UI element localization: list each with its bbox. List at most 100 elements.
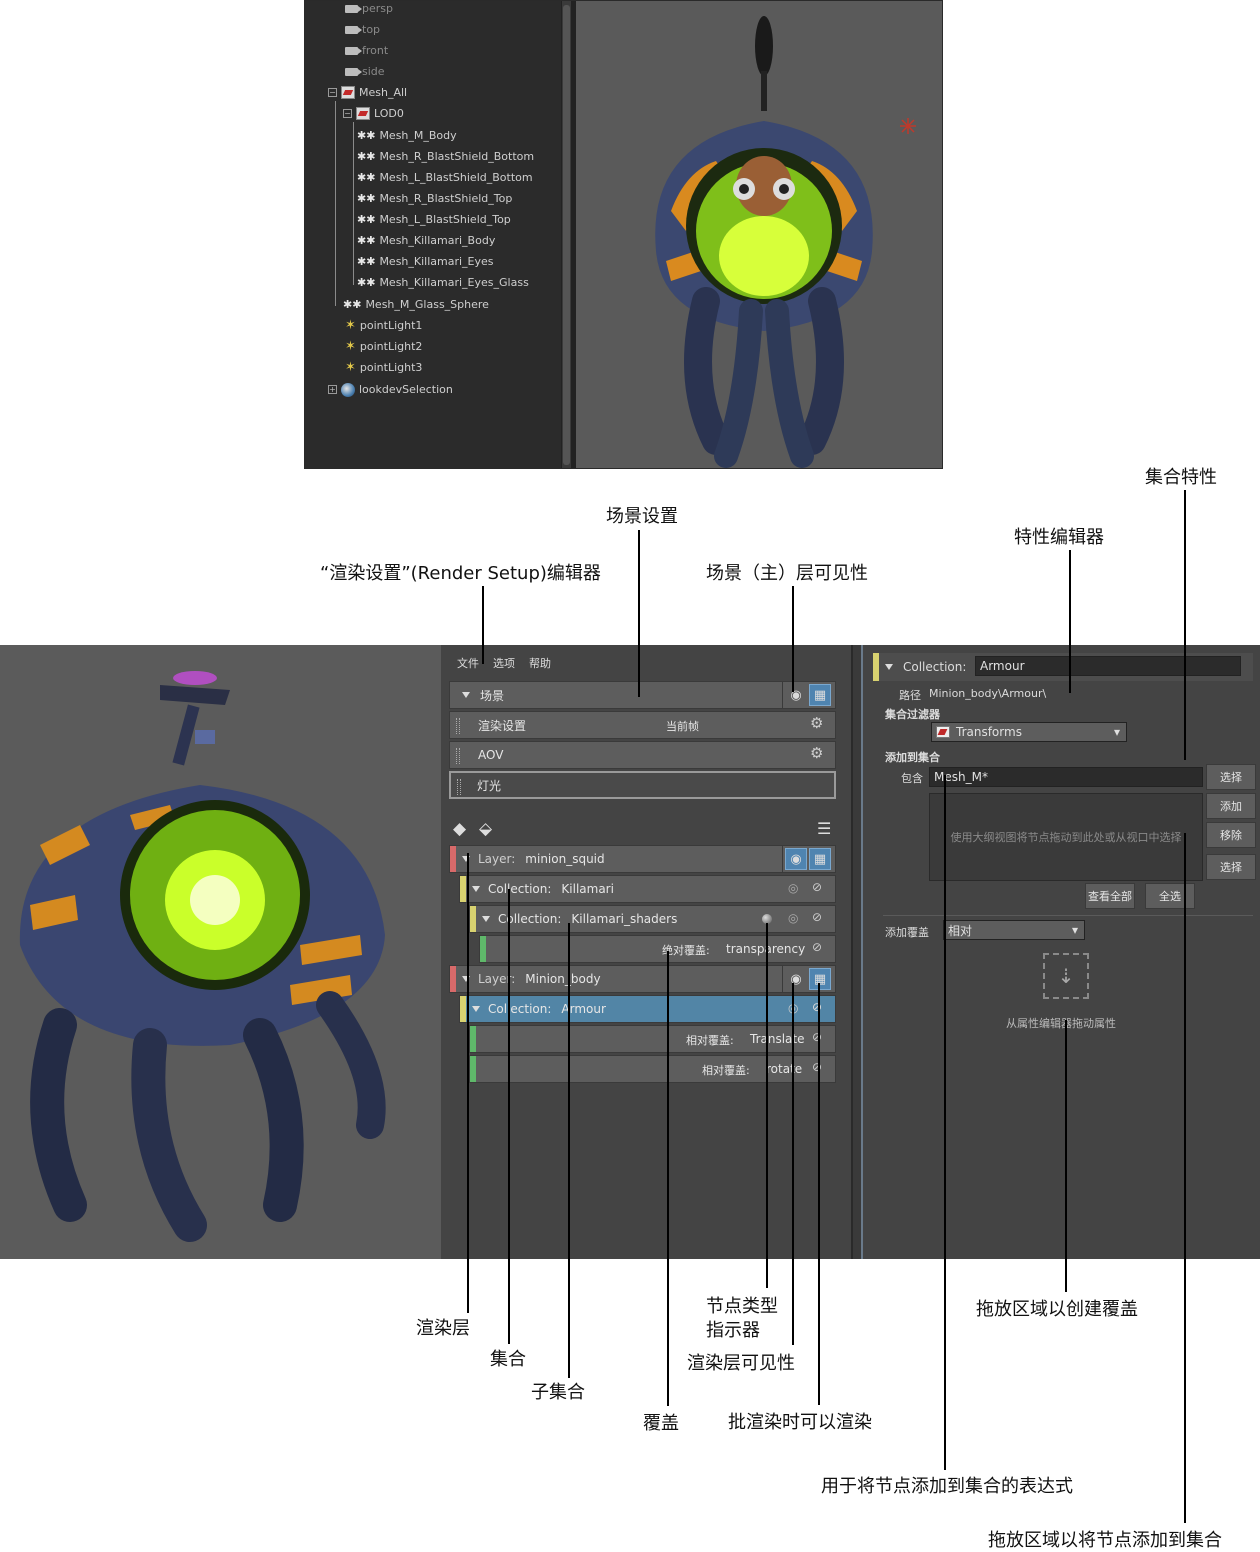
expand-arrow-icon[interactable] [472,886,480,892]
collection-name-field[interactable]: Armour [975,656,1241,676]
override-row-rotate[interactable]: 相对覆盖: rotate ⊘ [469,1055,836,1083]
scene-row[interactable]: 场景 ◉ ▦ [449,681,836,709]
outliner-item-mesh[interactable]: ✱✱ Mesh_Killamari_Eyes [357,251,494,272]
mesh-icon: ✱✱ [357,129,376,142]
expand-arrow-icon[interactable] [472,1006,480,1012]
panel-divider[interactable] [851,645,863,1259]
expand-icon[interactable]: + [328,385,337,394]
create-layer-icon[interactable]: ◆ [453,819,466,839]
viewport-front[interactable]: . [576,1,942,468]
outliner-item-mesh[interactable]: ✱✱ Mesh_L_BlastShield_Bottom [357,167,533,188]
callout-line [792,983,794,1345]
subcollection-row-killamari-shaders[interactable]: Collection: Killamari_shaders ◎ ⊘ [469,905,836,933]
layer-renderable-icon[interactable]: ▦ [809,848,831,870]
outliner-item-persp[interactable]: persp [345,1,393,19]
outliner-item-mesh[interactable]: ✱✱ Mesh_Killamari_Body [357,230,495,251]
scene-renderable-icon[interactable]: ▦ [809,684,831,706]
add-button[interactable]: 添加 [1206,793,1256,819]
enable-toggle-icon[interactable]: ⊘ [812,940,822,954]
override-drop-zone-icon[interactable]: ⇣ [1043,953,1089,999]
collapse-icon[interactable]: − [343,109,352,118]
outliner-item-mesh[interactable]: ✱✱ Mesh_L_BlastShield_Top [357,209,511,230]
collapse-icon[interactable]: − [328,88,337,97]
node-drop-zone[interactable]: 使用大纲视图将节点拖动到此处或从视口中选择 [929,793,1203,881]
drag-handle[interactable] [456,718,460,734]
drag-handle[interactable] [457,779,461,795]
gear-icon[interactable]: ⚙ [810,714,823,732]
expand-arrow-icon[interactable] [462,692,470,698]
remove-button[interactable]: 移除 [1206,822,1256,848]
aov-row[interactable]: AOV ⚙ [449,741,836,769]
expand-arrow-icon[interactable] [482,916,490,922]
mesh-icon: ✱✱ [357,192,376,205]
viewport-perspective[interactable] [0,645,441,1259]
include-expression-field[interactable]: Mesh_M* [929,767,1203,787]
override-color-swatch [480,936,486,962]
callout-property-editor: 特性编辑器 [1014,527,1104,548]
property-editor-toggle-icon[interactable]: ☰ [817,819,831,838]
outliner-item-light[interactable]: ✶ pointLight2 [345,336,422,357]
collection-row-killamari[interactable]: Collection: Killamari ◎ ⊘ [459,875,928,903]
outliner-item-mesh[interactable]: ✱✱ Mesh_R_BlastShield_Bottom [357,146,534,167]
select-expression-button[interactable]: 选择 [1206,764,1256,790]
layer-visibility-eye-icon[interactable]: ◉ [785,968,807,990]
outliner-item-mesh[interactable]: ✱✱ Mesh_R_BlastShield_Top [357,188,512,209]
property-editor-header: Collection: Armour [873,653,1253,681]
outliner-item-mesh[interactable]: ✱✱ Mesh_Killamari_Eyes_Glass [357,272,529,293]
view-all-button[interactable]: 查看全部 [1085,883,1135,909]
callout-line [638,530,640,697]
select-all-button[interactable]: 全选 [1145,883,1195,909]
mesh-icon: ✱✱ [357,213,376,226]
gear-icon[interactable]: ⚙ [810,744,823,762]
callout-line [482,586,484,664]
override-row-transparency[interactable]: 绝对覆盖: transparency ⊘ [479,935,836,963]
outliner-item-mesh-all[interactable]: − Mesh_All [328,82,407,103]
render-settings-row[interactable]: 渲染设置 当前帧 ⚙ [449,711,836,739]
outliner-item-mesh[interactable]: ✱✱ Mesh_M_Body [357,125,457,146]
callout-drop-zone-override: 拖放区域以创建覆盖 [976,1299,1138,1320]
override-row-translate[interactable]: 相对覆盖: Translate ⊘ [469,1025,836,1053]
callout-line [508,889,510,1344]
collection-filter-dropdown[interactable]: Transforms ▾ [931,722,1127,742]
outliner-item-lookdev[interactable]: + lookdevSelection [328,379,453,400]
point-light-icon: ✶ [345,318,356,333]
override-mode-dropdown[interactable]: 相对 ▾ [943,920,1085,940]
outliner-item-light[interactable]: ✶ pointLight3 [345,357,422,378]
layer-renderable-icon[interactable]: ▦ [809,968,831,990]
callout-drop-zone-add-nodes: 拖放区域以将节点添加到集合 [988,1530,1222,1551]
select-nodes-button[interactable]: 选择 [1206,854,1256,880]
isolate-icon[interactable]: ◎ [788,881,798,895]
mesh-icon: ✱✱ [343,298,362,311]
menu-help[interactable]: 帮助 [529,655,551,671]
outliner-item-top[interactable]: top [345,19,380,40]
outliner-item-mesh[interactable]: ✱✱ Mesh_M_Glass_Sphere [343,294,489,315]
import-layer-icon[interactable]: ⬙ [479,819,492,839]
callout-line [818,983,820,1405]
outliner-item-light[interactable]: ✶ pointLight1 [345,315,422,336]
outliner-item-side[interactable]: side [345,61,385,82]
scene-visibility-eye-icon[interactable]: ◉ [785,684,807,706]
enable-toggle-icon[interactable]: ⊘ [812,880,822,894]
mesh-icon: ✱✱ [357,150,376,163]
callout-line [1184,490,1186,760]
divider [883,915,1253,916]
layer-visibility-eye-icon[interactable]: ◉ [785,848,807,870]
menu-bar: 文件 选项 帮助 [457,655,551,671]
layer-row-minion-squid[interactable]: Layer: minion_squid ◉ ▦ [449,845,836,873]
menu-options[interactable]: 选项 [493,655,515,671]
set-icon [356,107,370,120]
lights-row[interactable]: 灯光 [449,771,836,799]
callout-scene-settings: 场景设置 [606,506,678,527]
outliner-item-front[interactable]: front [345,40,388,61]
drag-handle[interactable] [456,748,460,764]
property-editor: Collection: Armour 路径 Minion_body\Armour… [863,645,1260,1259]
isolate-icon[interactable]: ◎ [788,911,798,925]
menu-file[interactable]: 文件 [457,655,479,671]
minion-render-front: . [655,16,916,468]
enable-toggle-icon[interactable]: ⊘ [812,910,822,924]
callout-line [1065,1020,1067,1292]
outliner-item-lod0[interactable]: − LOD0 [343,103,404,124]
expand-arrow-icon[interactable] [885,664,893,670]
collection-row-armour[interactable]: Collection: Armour ◎ ⊘ [459,995,920,1023]
outliner-scrollbar[interactable] [561,1,571,468]
